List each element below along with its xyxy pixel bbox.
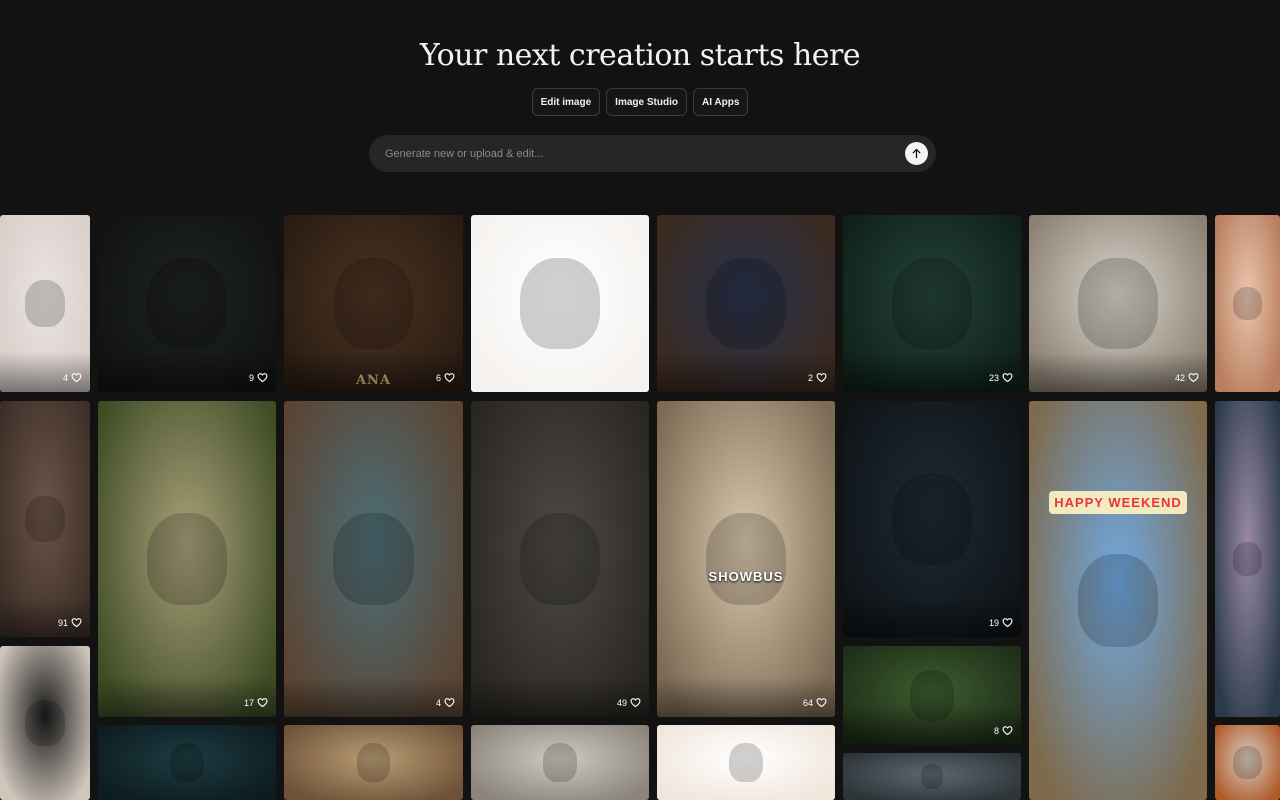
tile-woman-sitting[interactable]: 42 (1029, 215, 1207, 392)
tile-redhead[interactable] (1215, 725, 1280, 800)
tile-subject (333, 512, 414, 606)
like-count: 42 (1174, 372, 1185, 383)
like-button[interactable]: 6 (436, 372, 455, 383)
tile-showbus[interactable]: SHOWBUS 64 (657, 401, 835, 717)
heart-icon (444, 698, 455, 708)
heart-icon (71, 618, 82, 628)
tile-wizard-cat[interactable]: 2 (657, 215, 835, 392)
heart-icon (816, 373, 827, 383)
like-button[interactable]: 8 (994, 725, 1013, 736)
tile-penguin-forest[interactable]: 23 (843, 215, 1021, 392)
like-count: 4 (435, 697, 441, 708)
heart-icon (1002, 726, 1013, 736)
tile-subject (706, 257, 786, 350)
tile-subject (170, 743, 204, 782)
like-button[interactable]: 42 (1175, 372, 1199, 383)
tile-subject (146, 512, 228, 606)
like-button[interactable]: 4 (436, 697, 455, 708)
heart-icon (257, 698, 268, 708)
tile-subject (24, 495, 66, 543)
tile-subject (1232, 542, 1263, 576)
tile-pink-kitten[interactable]: 8 (843, 646, 1021, 745)
tile-cat-wood[interactable] (657, 725, 835, 800)
tile-goblin[interactable]: 19 (843, 401, 1021, 637)
heart-icon (1188, 373, 1199, 383)
tile-sunset-birds[interactable] (1215, 215, 1280, 392)
tile-subject (1078, 257, 1158, 350)
tile-subject (24, 699, 66, 747)
tile-subject (543, 743, 577, 782)
tile-subject (24, 280, 66, 327)
tile-subject (519, 512, 601, 606)
heart-icon (444, 373, 455, 383)
tile-street[interactable] (843, 753, 1021, 800)
tile-subject (891, 472, 973, 566)
like-count: 9 (248, 372, 254, 383)
like-button[interactable]: 49 (617, 697, 641, 708)
tile-subject (921, 764, 943, 789)
like-count: 8 (993, 725, 999, 736)
tile-subject (1232, 745, 1263, 780)
heart-icon (1002, 618, 1013, 628)
tile-cat-detective[interactable]: 9 (98, 215, 276, 392)
tile-subject (892, 257, 972, 350)
like-count: 64 (802, 697, 813, 708)
tile-girl-painting[interactable] (471, 725, 649, 800)
like-button[interactable]: 23 (989, 372, 1013, 383)
heart-icon (1002, 373, 1013, 383)
like-count: 23 (988, 372, 999, 383)
tile-puppy-bike[interactable]: 4 (284, 401, 463, 717)
heart-icon (816, 698, 827, 708)
tile-victorian-dolls[interactable]: 49 (471, 401, 649, 717)
like-count: 4 (62, 372, 68, 383)
like-count: 17 (243, 697, 254, 708)
tile-subject (333, 257, 414, 350)
tile-blonde-woman[interactable] (0, 646, 90, 800)
tile-pumpkin-house[interactable]: 17 (98, 401, 276, 717)
tile-subject (147, 257, 227, 350)
heart-icon (71, 373, 82, 383)
like-button[interactable]: 64 (803, 697, 827, 708)
tile-subject (705, 512, 787, 606)
tile-subject (729, 743, 763, 782)
tile-mountain-lake[interactable] (1215, 401, 1280, 717)
image-gallery: 49ANA6223429117449SHOWBUS6419HAPPY WEEKE… (0, 0, 1280, 800)
tile-caption: HAPPY WEEKEND (1049, 491, 1187, 514)
heart-icon (630, 698, 641, 708)
like-button[interactable]: 91 (58, 617, 82, 628)
tile-blue-cat-ana[interactable]: ANA6 (284, 215, 463, 392)
heart-icon (257, 373, 268, 383)
tile-subject (520, 257, 600, 350)
tile-llama-flowers[interactable]: 4 (0, 215, 90, 392)
like-button[interactable]: 17 (244, 697, 268, 708)
like-button[interactable]: 4 (63, 372, 82, 383)
tile-highland-cow[interactable] (471, 215, 649, 392)
tile-caption: SHOWBUS (708, 569, 784, 584)
tile-woman-archway[interactable] (284, 725, 463, 800)
tile-subject (1232, 286, 1263, 321)
like-button[interactable]: 9 (249, 372, 268, 383)
like-button[interactable]: 2 (808, 372, 827, 383)
like-count: 91 (57, 617, 68, 628)
like-count: 6 (435, 372, 441, 383)
like-button[interactable]: 19 (989, 617, 1013, 628)
tile-owl[interactable] (98, 725, 276, 800)
like-count: 49 (616, 697, 627, 708)
like-count: 19 (988, 617, 999, 628)
tile-subject (1077, 554, 1159, 647)
tile-subject (356, 743, 391, 782)
tile-torn-portrait[interactable]: 91 (0, 401, 90, 637)
tile-happy-weekend-bear[interactable]: HAPPY WEEKEND (1029, 401, 1207, 800)
like-count: 2 (807, 372, 813, 383)
